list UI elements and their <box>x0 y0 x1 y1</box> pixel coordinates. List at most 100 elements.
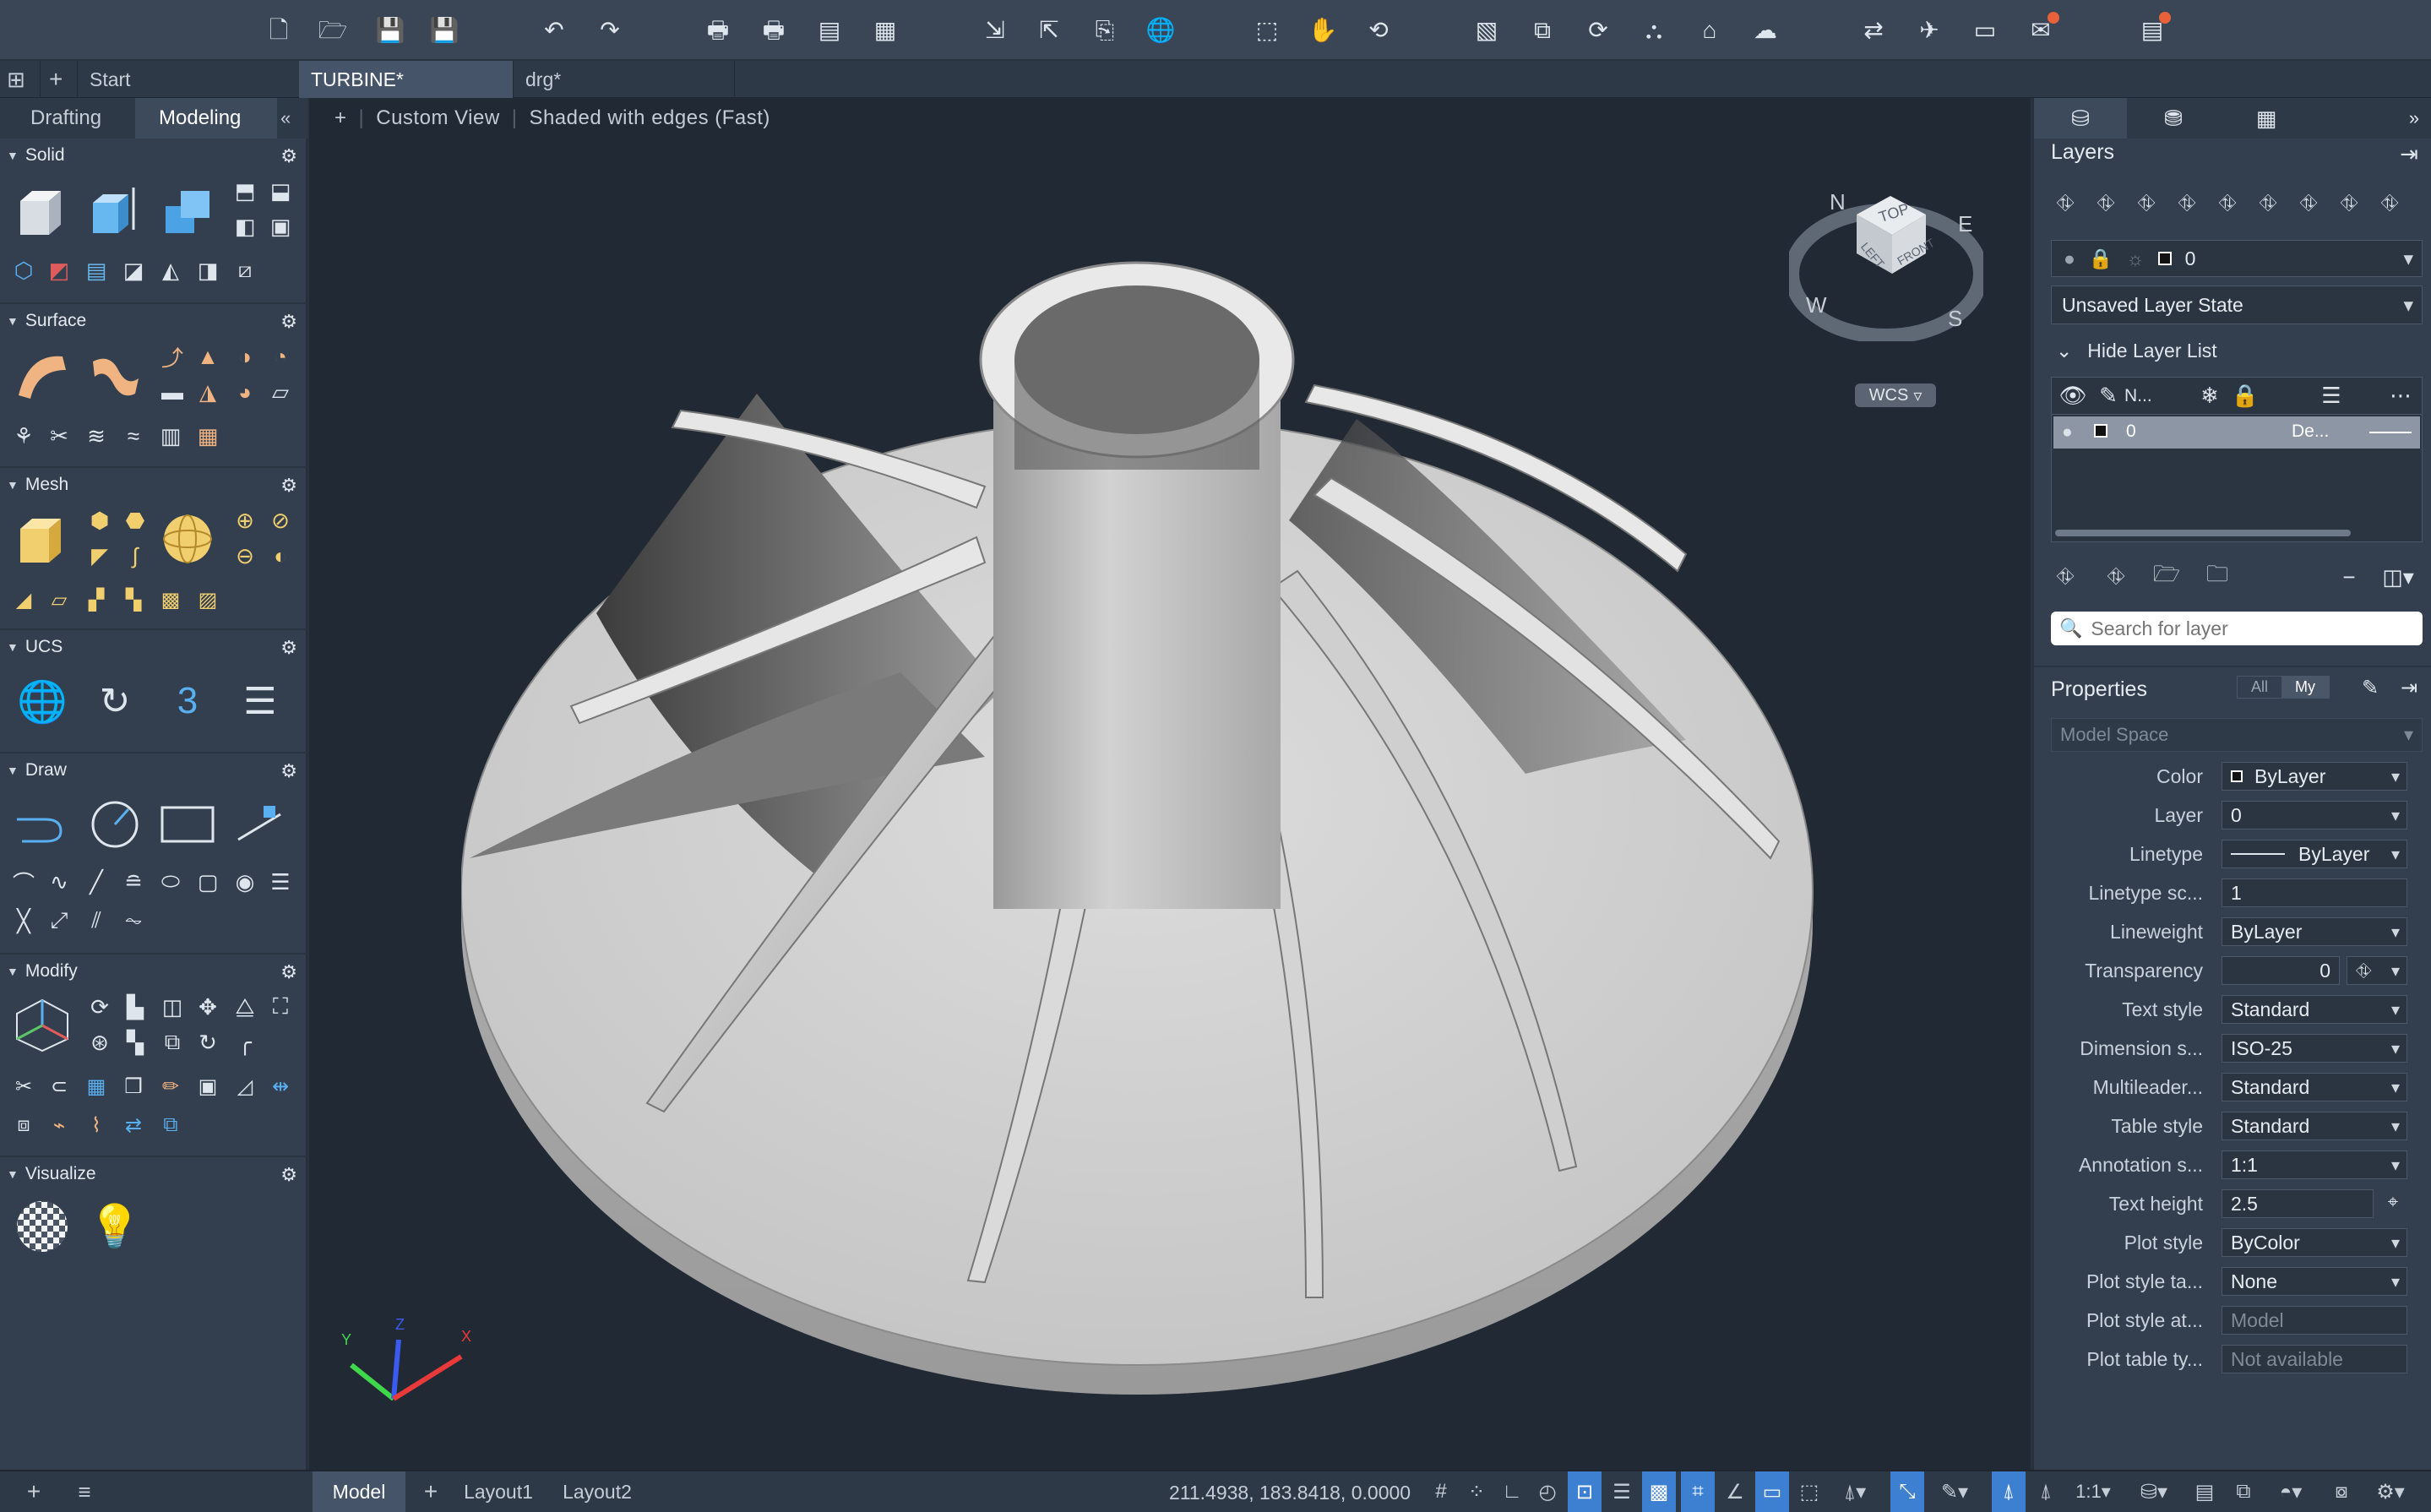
gear-icon[interactable]: ⚙ <box>280 637 297 659</box>
transparency-bylayer-button[interactable]: ⛗ <box>2347 956 2407 985</box>
units-icon[interactable]: ✎▾ <box>1929 1471 1980 1512</box>
batch-plot-icon[interactable]: 🖶 <box>757 15 791 46</box>
export-icon[interactable]: ⇱ <box>1032 15 1066 46</box>
model-viewport[interactable]: + | Custom View | Shaded with edges (Fas… <box>309 98 2031 1470</box>
annotation-scale-dropdown[interactable]: 1:1 <box>2222 1150 2407 1179</box>
visibility-icon[interactable]: ● <box>2062 422 2073 443</box>
layer-isolate-icon[interactable]: ⛗ <box>2173 189 2201 218</box>
extend-icon[interactable]: ◕ <box>230 377 260 407</box>
grid-menu-icon[interactable]: ⊞ <box>0 61 41 98</box>
tab-layout2[interactable]: Layout2 <box>551 1471 644 1512</box>
mesh-smooth-icon[interactable]: ⬢ <box>84 505 115 536</box>
screen-icon[interactable]: ▭ <box>1968 15 2002 46</box>
3d-osnap-icon[interactable]: ⬚ <box>1794 1471 1825 1512</box>
linetype-icon[interactable]: ⋯ <box>2386 381 2415 410</box>
mesh-split-icon[interactable]: ∫ <box>120 541 150 571</box>
layer-props-icon[interactable]: ⛗ <box>2051 563 2080 591</box>
section-plane-icon[interactable]: ⧄ <box>230 255 260 286</box>
hardware-accel-icon[interactable]: ⧉ <box>2227 1471 2260 1512</box>
viewcube-s-label[interactable]: S <box>1948 306 1962 332</box>
layer-current-icon[interactable]: ⛗ <box>2132 189 2161 218</box>
collapse-button[interactable]: « <box>272 98 299 139</box>
layer-off-icon[interactable]: ⛗ <box>2213 189 2242 218</box>
linetype-dropdown[interactable]: ByLayer <box>2222 840 2407 868</box>
annotation-visibility-icon[interactable]: ⍋ <box>1992 1471 2026 1512</box>
hide-layer-list-toggle[interactable]: ⌄ Hide Layer List <box>2056 340 2217 362</box>
color-dropdown[interactable]: ByLayer <box>2222 762 2407 791</box>
subtract-icon[interactable]: ◩ <box>44 255 74 286</box>
folder-open-icon[interactable]: 🗁 <box>2152 561 2181 591</box>
customize-icon[interactable]: ⧇ <box>2325 1471 2358 1512</box>
columns-icon[interactable]: ◫▾ <box>2379 563 2417 591</box>
delete-layer-icon[interactable]: ⛗ <box>2091 189 2120 218</box>
curve-extract-icon[interactable]: ≋ <box>81 421 111 451</box>
plot-style-dropdown[interactable]: ByColor <box>2222 1228 2407 1257</box>
ucs-3point-icon[interactable]: 3 <box>157 671 218 732</box>
text-style-dropdown[interactable]: Standard <box>2222 995 2407 1024</box>
mesh-convert-icon[interactable]: ◐ <box>265 541 296 571</box>
redo-icon[interactable]: ↷ <box>593 15 627 46</box>
polar-icon[interactable]: ◴ <box>1532 1471 1563 1512</box>
quick-select-icon[interactable]: ✎ <box>2355 672 2385 703</box>
draw-order-icon[interactable]: ⧉ <box>155 1110 186 1140</box>
pick-height-icon[interactable]: ⌖ <box>2379 1188 2407 1216</box>
attach-icon[interactable]: ⎘ <box>1088 15 1122 46</box>
color-swatch[interactable] <box>2094 424 2107 438</box>
sculpt-icon[interactable]: ⏥ <box>265 377 296 407</box>
match-icon[interactable]: ▧ <box>1470 15 1504 46</box>
section-header[interactable]: ▼ Modify <box>7 961 78 982</box>
mesh-crease-icon[interactable]: ◤ <box>84 541 115 571</box>
ucs-world-icon[interactable]: 🌐 <box>12 671 73 732</box>
ray-icon[interactable]: ⤢ <box>44 906 74 936</box>
ortho-icon[interactable]: ∟ <box>1497 1471 1527 1512</box>
attribute-icon[interactable]: ⌂ <box>1693 15 1727 46</box>
start-tab[interactable]: Start <box>78 61 299 98</box>
notification-icon[interactable]: ✉ <box>2024 12 2059 46</box>
layer-merge-icon[interactable]: ⛗ <box>2102 563 2130 591</box>
tools-icon[interactable]: ✂ <box>44 421 74 451</box>
lengthen-icon[interactable]: ⌁ <box>44 1110 74 1140</box>
tab-modeling[interactable]: Modeling <box>135 98 277 139</box>
edit-icon[interactable]: ✎ <box>2094 381 2123 410</box>
import-icon[interactable]: ⇲ <box>978 15 1012 46</box>
scale-icon[interactable]: ▣ <box>193 1071 223 1101</box>
presspull-icon[interactable]: ⬒ <box>230 176 260 206</box>
dimension-style-dropdown[interactable]: ISO-25 <box>2222 1034 2407 1063</box>
share-icon[interactable]: ⇄ <box>1857 15 1890 46</box>
loft-icon[interactable]: ◧ <box>230 211 260 242</box>
orbit-icon[interactable]: ⟲ <box>1362 15 1395 46</box>
name-column-header[interactable]: N... <box>2124 386 2152 406</box>
revolve-icon[interactable]: ▣ <box>265 211 296 242</box>
union-icon[interactable] <box>157 181 218 242</box>
trim-icon[interactable]: ▬ <box>157 377 188 407</box>
planar-surface-icon[interactable] <box>12 345 73 405</box>
tab-layout1[interactable]: Layout1 <box>456 1471 541 1512</box>
osnap-icon[interactable]: ⊡ <box>1568 1471 1602 1512</box>
join-icon[interactable]: ⇹ <box>265 1071 296 1101</box>
region-icon[interactable]: ▢ <box>193 867 223 897</box>
fillet2d-icon[interactable]: ╭ <box>230 1027 260 1058</box>
zoom-window-icon[interactable]: ⬚ <box>1250 15 1284 46</box>
rectangle-icon[interactable] <box>157 794 218 855</box>
tab-drg[interactable]: drg* <box>514 61 735 98</box>
extrude-icon[interactable] <box>84 181 145 242</box>
section-header[interactable]: ▼ Solid <box>7 145 65 166</box>
command-line-icon[interactable]: ≡ <box>68 1471 101 1512</box>
gear-icon[interactable]: ⚙ <box>280 961 297 983</box>
3d-move-icon[interactable] <box>12 995 73 1056</box>
otrack-icon[interactable]: ☰ <box>1607 1471 1637 1512</box>
dynamic-input-icon[interactable]: ⌗ <box>1681 1471 1715 1512</box>
analysis-icon[interactable]: ▥ <box>155 421 186 451</box>
mesh-box-icon[interactable] <box>12 509 73 569</box>
lights-icon[interactable]: 💡 <box>84 1196 145 1257</box>
thicken-icon[interactable]: ◪ <box>118 255 149 286</box>
lineweight-toggle-icon[interactable]: ∠ <box>1720 1471 1750 1512</box>
revcloud-icon[interactable]: ⏦ <box>118 906 149 936</box>
properties-tab-icon[interactable]: ⛃ <box>2127 98 2220 139</box>
new-layout-button[interactable]: + <box>412 1471 449 1512</box>
current-layer-dropdown[interactable]: ● 🔒 ☼ 0 ▾ <box>2051 240 2423 277</box>
blend-curves-icon[interactable]: ⌇ <box>81 1110 111 1140</box>
layer-tool-icon[interactable]: ⛬ <box>1637 15 1671 46</box>
transparency-slider[interactable]: 0 <box>2222 956 2340 985</box>
viewcube-e-label[interactable]: E <box>1958 211 1972 237</box>
